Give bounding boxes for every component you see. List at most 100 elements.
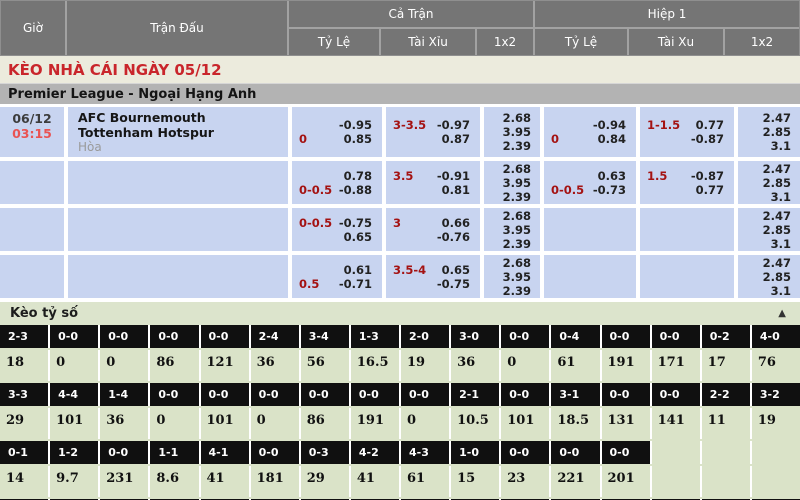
score-odds-cell[interactable]: 101 [50,408,98,439]
odds-cell-h1-overunder[interactable]: 1-1.50.77-0.87 [640,107,734,157]
score-odds-cell[interactable]: 86 [301,408,349,439]
score-cell[interactable]: 0-0 [551,441,599,464]
score-odds-cell[interactable]: 0 [100,350,148,381]
score-odds-cell[interactable]: 0 [251,408,299,439]
odds-cell-h1-1x2[interactable]: 2.472.853.1 [738,208,800,251]
score-cell[interactable]: 3-3 [0,383,48,406]
score-odds-cell[interactable]: 23 [501,466,549,497]
score-cell[interactable]: 3-1 [551,383,599,406]
score-odds-cell[interactable]: 76 [752,350,800,381]
odds-cell-h1-handicap[interactable]: 0.630-0.5-0.73 [544,161,636,204]
score-cell[interactable]: 0-0 [602,441,650,464]
score-odds-cell[interactable]: 19 [752,408,800,439]
score-cell[interactable]: 0-0 [150,325,198,348]
score-odds-cell[interactable]: 61 [551,350,599,381]
score-cell[interactable]: 2-3 [0,325,48,348]
odds-cell-h1-handicap[interactable] [544,208,636,251]
score-cell[interactable]: 0-0 [201,383,249,406]
odds-cell-ft-1x2[interactable]: 2.683.952.39 [484,255,540,298]
score-cell[interactable]: 1-1 [150,441,198,464]
score-odds-cell[interactable]: 0 [501,350,549,381]
score-section-header[interactable]: Kèo tỷ số ▲ [0,302,800,325]
collapse-arrow-icon[interactable]: ▲ [778,308,786,319]
score-odds-cell[interactable]: 8.6 [150,466,198,497]
score-odds-cell[interactable]: 18 [0,350,48,381]
score-cell[interactable]: 4-3 [401,441,449,464]
score-cell[interactable]: 0-0 [100,441,148,464]
score-odds-cell[interactable]: 181 [251,466,299,497]
score-odds-cell[interactable]: 221 [551,466,599,497]
score-cell[interactable]: 2-2 [702,383,750,406]
score-odds-cell[interactable]: 141 [652,408,700,439]
score-odds-cell[interactable]: 191 [351,408,399,439]
score-odds-cell[interactable]: 86 [150,350,198,381]
score-cell[interactable]: 0-0 [201,325,249,348]
score-cell[interactable]: 0-0 [401,383,449,406]
score-odds-cell[interactable]: 101 [201,408,249,439]
score-odds-cell[interactable]: 171 [652,350,700,381]
odds-cell-ft-1x2[interactable]: 2.683.952.39 [484,208,540,251]
odds-cell-h1-1x2[interactable]: 2.472.853.1 [738,161,800,204]
score-cell[interactable]: 0-0 [50,325,98,348]
score-odds-cell[interactable]: 191 [602,350,650,381]
score-cell[interactable]: 0-0 [501,441,549,464]
score-cell[interactable]: 0-0 [652,325,700,348]
odds-cell-ft-overunder[interactable]: 30.66-0.76 [386,208,480,251]
odds-cell-ft-handicap[interactable]: 0-0.5-0.750.65 [292,208,382,251]
odds-cell-h1-overunder[interactable] [640,255,734,298]
score-odds-cell[interactable]: 17 [702,350,750,381]
odds-cell-ft-handicap[interactable]: 0.780-0.5-0.88 [292,161,382,204]
score-cell[interactable]: 0-0 [652,383,700,406]
odds-cell-h1-1x2[interactable]: 2.472.853.1 [738,255,800,298]
score-odds-cell[interactable]: 0 [50,350,98,381]
score-odds-cell[interactable]: 36 [100,408,148,439]
score-odds-cell[interactable]: 29 [301,466,349,497]
score-cell[interactable]: 2-0 [401,325,449,348]
score-cell[interactable]: 0-2 [702,325,750,348]
score-cell[interactable]: 0-0 [602,383,650,406]
score-cell[interactable]: 0-0 [251,441,299,464]
score-odds-cell[interactable]: 18.5 [551,408,599,439]
score-odds-cell[interactable]: 41 [201,466,249,497]
score-odds-cell[interactable]: 61 [401,466,449,497]
score-cell[interactable]: 2-1 [451,383,499,406]
score-odds-cell[interactable]: 9.7 [50,466,98,497]
score-cell[interactable]: 4-0 [752,325,800,348]
score-odds-cell[interactable]: 10.5 [451,408,499,439]
score-cell[interactable]: 3-0 [451,325,499,348]
score-odds-cell[interactable]: 41 [351,466,399,497]
score-cell[interactable]: 1-2 [50,441,98,464]
odds-cell-h1-1x2[interactable]: 2.472.853.1 [738,107,800,157]
score-cell[interactable]: 0-0 [100,325,148,348]
odds-cell-h1-handicap[interactable] [544,255,636,298]
score-odds-cell[interactable]: 56 [301,350,349,381]
score-cell[interactable]: 0-0 [351,383,399,406]
odds-cell-ft-handicap[interactable]: 0.610.5-0.71 [292,255,382,298]
score-odds-cell[interactable]: 36 [451,350,499,381]
score-cell[interactable]: 3-4 [301,325,349,348]
score-odds-cell[interactable]: 0 [401,408,449,439]
odds-cell-ft-1x2[interactable]: 2.683.952.39 [484,161,540,204]
score-odds-cell[interactable]: 121 [201,350,249,381]
odds-cell-ft-overunder[interactable]: 3.5-0.910.81 [386,161,480,204]
odds-cell-h1-overunder[interactable] [640,208,734,251]
score-odds-cell[interactable]: 36 [251,350,299,381]
score-cell[interactable]: 4-2 [351,441,399,464]
odds-cell-ft-handicap[interactable]: -0.9500.85 [292,107,382,157]
score-cell[interactable]: 0-3 [301,441,349,464]
score-odds-cell[interactable]: 131 [602,408,650,439]
score-odds-cell[interactable]: 231 [100,466,148,497]
score-cell[interactable]: 0-0 [602,325,650,348]
score-odds-cell[interactable]: 201 [602,466,650,497]
score-cell[interactable]: 3-2 [752,383,800,406]
score-cell[interactable]: 0-0 [501,383,549,406]
score-cell[interactable]: 4-1 [201,441,249,464]
score-odds-cell[interactable]: 14 [0,466,48,497]
score-odds-cell[interactable]: 11 [702,408,750,439]
score-odds-cell[interactable]: 19 [401,350,449,381]
score-cell[interactable]: 0-0 [251,383,299,406]
odds-cell-h1-handicap[interactable]: -0.9400.84 [544,107,636,157]
score-odds-cell[interactable]: 29 [0,408,48,439]
score-cell[interactable]: 0-0 [501,325,549,348]
score-cell[interactable]: 1-4 [100,383,148,406]
